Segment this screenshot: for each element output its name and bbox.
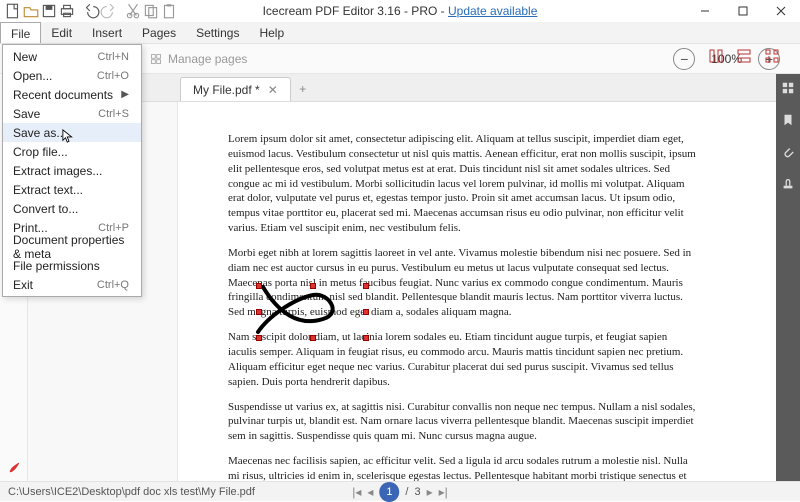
panel-stamp-icon[interactable] xyxy=(780,176,796,192)
tool-brush-icon[interactable] xyxy=(0,455,28,481)
menu-item-save-as[interactable]: Save as... xyxy=(3,123,141,142)
menu-item-open[interactable]: Open...Ctrl+O xyxy=(3,66,141,85)
stamp-icon-1[interactable] xyxy=(708,48,724,64)
new-file-icon[interactable] xyxy=(4,2,22,20)
menu-item-new[interactable]: NewCtrl+N xyxy=(3,47,141,66)
paragraph-5: Maecenas nec facilisis sapien, ac effici… xyxy=(228,454,696,481)
menu-item-doc-properties[interactable]: Document properties & meta xyxy=(3,237,141,256)
save-icon[interactable] xyxy=(40,2,58,20)
menu-settings[interactable]: Settings xyxy=(186,22,249,43)
nav-last-icon[interactable]: ▸| xyxy=(439,485,448,499)
menu-pages[interactable]: Pages xyxy=(132,22,186,43)
title-bar: Icecream PDF Editor 3.16 - PRO - Update … xyxy=(0,0,800,22)
nav-prev-icon[interactable]: ◂ xyxy=(367,485,373,499)
manage-pages-button[interactable]: Manage pages xyxy=(150,52,247,66)
zoom-out-button[interactable]: − xyxy=(673,48,695,70)
nav-first-icon[interactable]: |◂ xyxy=(352,485,361,499)
paragraph-4: Suspendisse ut varius ex, at sagittis ni… xyxy=(228,400,696,445)
window-controls xyxy=(686,0,800,22)
menu-file[interactable]: File xyxy=(0,22,41,43)
update-link[interactable]: Update available xyxy=(448,4,537,18)
quick-access-toolbar xyxy=(0,2,178,20)
paste-icon[interactable] xyxy=(160,2,178,20)
redo-icon[interactable] xyxy=(100,2,118,20)
nav-page-sep: / xyxy=(405,486,408,498)
menu-item-exit[interactable]: ExitCtrl+Q xyxy=(3,275,141,294)
paragraph-2: Morbi eget nibh at lorem sagittis laoree… xyxy=(228,246,696,320)
menu-help[interactable]: Help xyxy=(249,22,294,43)
menu-item-convert[interactable]: Convert to... xyxy=(3,199,141,218)
minimize-button[interactable] xyxy=(686,0,724,22)
stamp-icon-2[interactable] xyxy=(736,48,752,64)
document-page[interactable]: Lorem ipsum dolor sit amet, consectetur … xyxy=(198,102,746,481)
nav-total-pages: 3 xyxy=(414,486,420,498)
status-bar: C:\Users\ICE2\Desktop\pdf doc xls test\M… xyxy=(0,481,800,501)
stamp-icons xyxy=(708,48,780,64)
menu-insert[interactable]: Insert xyxy=(82,22,132,43)
manage-pages-label: Manage pages xyxy=(168,52,247,66)
menu-item-recent[interactable]: Recent documents▶ xyxy=(3,85,141,104)
stamp-icon-3[interactable] xyxy=(764,48,780,64)
menu-bar: File Edit Insert Pages Settings Help xyxy=(0,22,800,44)
menu-item-extract-text[interactable]: Extract text... xyxy=(3,180,141,199)
menu-edit[interactable]: Edit xyxy=(41,22,82,43)
panel-bookmarks-icon[interactable] xyxy=(780,112,796,128)
nav-current-page[interactable]: 1 xyxy=(379,482,399,502)
file-dropdown-menu: NewCtrl+N Open...Ctrl+O Recent documents… xyxy=(2,44,142,297)
tab-label: My File.pdf * xyxy=(193,83,260,97)
tab-close-icon[interactable]: ✕ xyxy=(268,83,278,97)
new-tab-button[interactable]: + xyxy=(291,77,315,101)
open-file-icon[interactable] xyxy=(22,2,40,20)
tab-my-file[interactable]: My File.pdf * ✕ xyxy=(180,77,291,101)
app-name: Icecream PDF Editor 3.16 - PRO - xyxy=(263,4,448,18)
right-panel-strip xyxy=(776,74,800,481)
close-button[interactable] xyxy=(762,0,800,22)
paragraph-1: Lorem ipsum dolor sit amet, consectetur … xyxy=(228,132,696,236)
undo-icon[interactable] xyxy=(82,2,100,20)
menu-item-extract-images[interactable]: Extract images... xyxy=(3,161,141,180)
print-icon[interactable] xyxy=(58,2,76,20)
cut-icon[interactable] xyxy=(124,2,142,20)
maximize-button[interactable] xyxy=(724,0,762,22)
page-navigator: |◂ ◂ 1 / 3 ▸ ▸| xyxy=(352,482,448,502)
menu-item-crop[interactable]: Crop file... xyxy=(3,142,141,161)
menu-item-save[interactable]: SaveCtrl+S xyxy=(3,104,141,123)
status-file-path: C:\Users\ICE2\Desktop\pdf doc xls test\M… xyxy=(8,486,255,498)
copy-icon[interactable] xyxy=(142,2,160,20)
panel-attachments-icon[interactable] xyxy=(780,144,796,160)
panel-thumbnails-icon[interactable] xyxy=(780,80,796,96)
paragraph-3: Nam suscipit dolor diam, ut lacinia lore… xyxy=(228,330,696,389)
nav-next-icon[interactable]: ▸ xyxy=(427,485,433,499)
